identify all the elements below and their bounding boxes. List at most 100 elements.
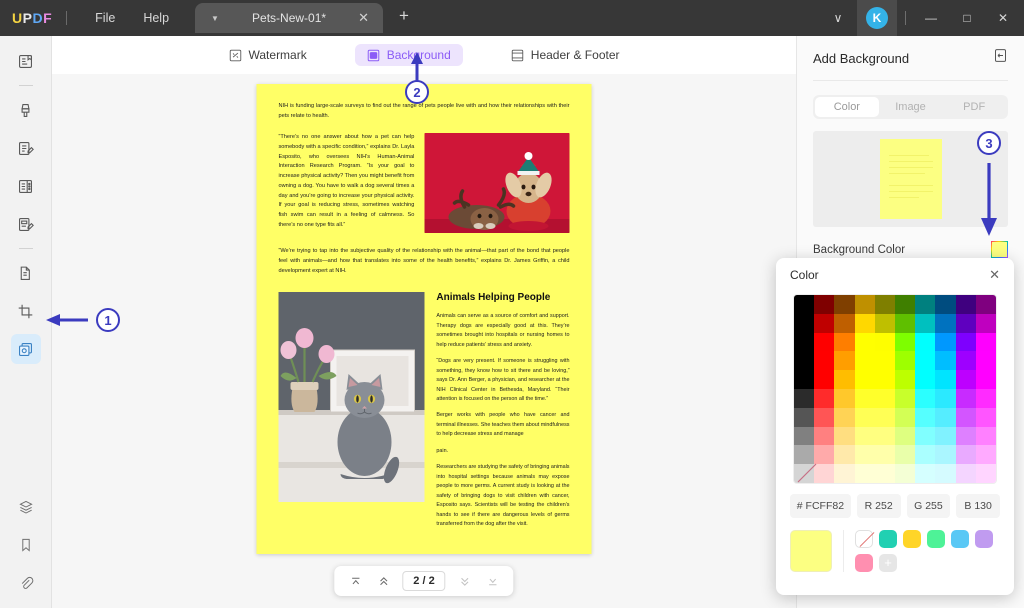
blue-field[interactable]: B 130 (956, 494, 1000, 518)
color-cell[interactable] (854, 464, 875, 483)
color-cell[interactable] (895, 426, 916, 446)
segment-color[interactable]: Color (815, 97, 879, 117)
sidebar-item-annotate[interactable] (11, 95, 41, 125)
color-cell[interactable] (794, 464, 815, 483)
blue-swatch[interactable] (951, 530, 969, 548)
color-cell[interactable] (834, 426, 855, 446)
color-cell[interactable] (975, 370, 996, 389)
color-cell[interactable] (895, 313, 916, 333)
color-cell[interactable] (955, 426, 976, 446)
color-cell[interactable] (814, 313, 835, 333)
new-tab-button[interactable]: + (399, 6, 409, 26)
color-grid[interactable] (794, 295, 996, 483)
sidebar-item-background[interactable] (10, 334, 41, 364)
color-cell[interactable] (814, 407, 835, 427)
sidebar-item-crop[interactable] (11, 296, 41, 326)
color-cell[interactable] (794, 426, 815, 446)
color-cell[interactable] (854, 370, 875, 389)
color-cell[interactable] (834, 445, 855, 465)
color-cell[interactable] (895, 407, 916, 427)
hex-field[interactable]: # FCFF82 (790, 494, 851, 518)
color-cell[interactable] (854, 313, 875, 333)
segment-pdf[interactable]: PDF (942, 97, 1006, 117)
color-cell[interactable] (955, 351, 976, 371)
color-cell[interactable] (854, 351, 875, 371)
green-field[interactable]: G 255 (906, 494, 951, 518)
no-color-swatch[interactable] (855, 530, 873, 548)
color-cell[interactable] (854, 332, 875, 352)
color-cell[interactable] (834, 313, 855, 333)
color-cell[interactable] (915, 388, 936, 408)
color-cell[interactable] (874, 313, 895, 333)
close-icon[interactable]: ✕ (989, 267, 1000, 283)
color-cell[interactable] (794, 332, 815, 352)
color-cell[interactable] (874, 445, 895, 465)
color-cell[interactable] (814, 388, 835, 408)
color-cell[interactable] (834, 464, 855, 483)
color-cell[interactable] (895, 464, 916, 483)
document-tab[interactable]: ▼ Pets-New-01* ✕ (195, 3, 384, 33)
account-button[interactable]: K (857, 0, 897, 36)
color-cell[interactable] (874, 464, 895, 483)
color-cell[interactable] (814, 332, 835, 352)
tab-close-icon[interactable]: ✕ (358, 10, 369, 26)
color-cell[interactable] (955, 388, 976, 408)
collapse-panel-icon[interactable] (993, 48, 1008, 68)
color-cell[interactable] (814, 295, 835, 314)
color-cell[interactable] (935, 445, 956, 465)
color-cell[interactable] (955, 407, 976, 427)
sidebar-item-form[interactable] (11, 209, 41, 239)
color-cell[interactable] (794, 370, 815, 389)
previous-page-icon[interactable] (370, 568, 396, 594)
color-cell[interactable] (834, 370, 855, 389)
color-cell[interactable] (834, 388, 855, 408)
color-cell[interactable] (874, 351, 895, 371)
pdf-page[interactable]: NIH is funding large-scale surveys to fi… (256, 84, 592, 554)
color-cell[interactable] (874, 407, 895, 427)
purple-swatch[interactable] (975, 530, 993, 548)
color-cell[interactable] (915, 407, 936, 427)
color-cell[interactable] (935, 407, 956, 427)
color-cell[interactable] (895, 295, 916, 314)
color-cell[interactable] (955, 464, 976, 483)
tab-background[interactable]: Background (354, 44, 463, 66)
color-cell[interactable] (814, 426, 835, 446)
color-cell[interactable] (814, 445, 835, 465)
color-cell[interactable] (955, 445, 976, 465)
menu-file[interactable]: File (81, 0, 129, 36)
color-cell[interactable] (955, 332, 976, 352)
color-cell[interactable] (794, 295, 815, 314)
sidebar-item-layers[interactable] (11, 492, 41, 522)
color-cell[interactable] (895, 370, 916, 389)
menu-help[interactable]: Help (129, 0, 183, 36)
color-cell[interactable] (874, 426, 895, 446)
next-page-icon[interactable] (452, 568, 478, 594)
sidebar-item-reader[interactable] (11, 46, 41, 76)
add-swatch[interactable]: + (879, 554, 897, 572)
color-cell[interactable] (854, 426, 875, 446)
color-cell[interactable] (874, 388, 895, 408)
pink-swatch[interactable] (855, 554, 873, 572)
color-cell[interactable] (854, 445, 875, 465)
color-cell[interactable] (975, 407, 996, 427)
color-cell[interactable] (834, 351, 855, 371)
color-cell[interactable] (834, 332, 855, 352)
color-cell[interactable] (975, 388, 996, 408)
color-cell[interactable] (935, 295, 956, 314)
tab-header-footer[interactable]: Header & Footer (499, 44, 632, 66)
page-indicator[interactable]: 2 / 2 (402, 571, 446, 591)
color-cell[interactable] (975, 332, 996, 352)
color-cell[interactable] (794, 445, 815, 465)
yellow-swatch[interactable] (903, 530, 921, 548)
color-cell[interactable] (915, 313, 936, 333)
color-cell[interactable] (915, 426, 936, 446)
color-cell[interactable] (935, 388, 956, 408)
color-cell[interactable] (915, 445, 936, 465)
red-field[interactable]: R 252 (856, 494, 901, 518)
color-cell[interactable] (895, 388, 916, 408)
color-cell[interactable] (794, 388, 815, 408)
color-cell[interactable] (834, 295, 855, 314)
color-cell[interactable] (814, 464, 835, 483)
color-cell[interactable] (794, 351, 815, 371)
color-cell[interactable] (975, 295, 996, 314)
